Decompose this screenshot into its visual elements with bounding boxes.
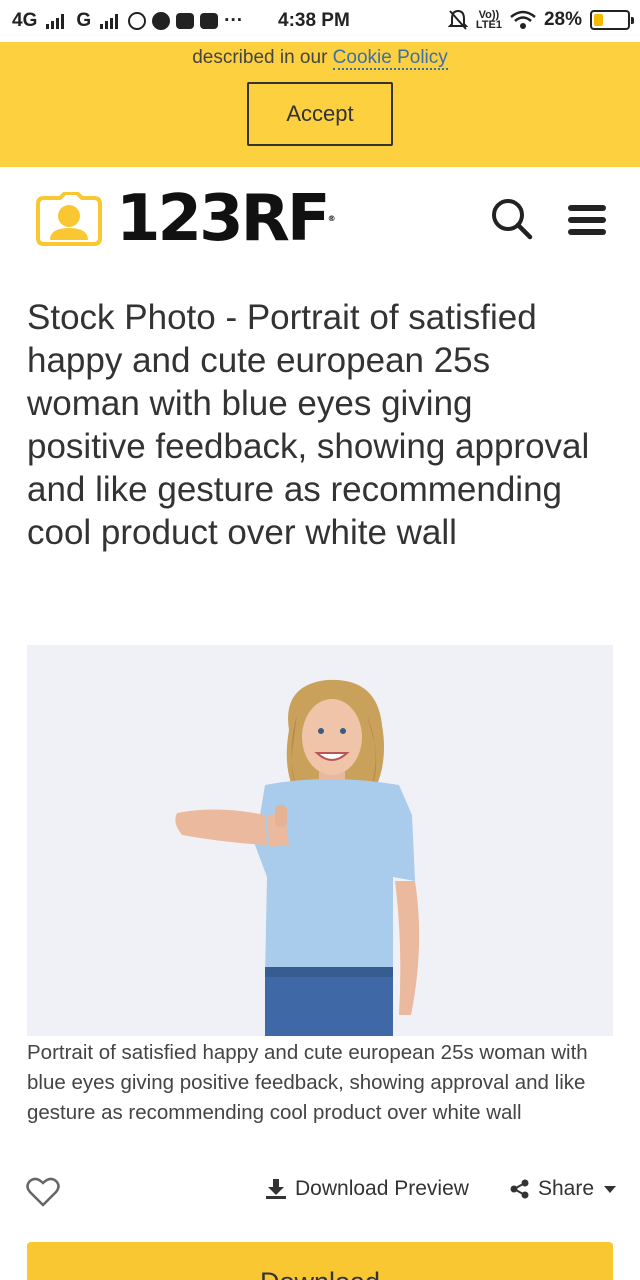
network-g-label: G <box>76 10 92 31</box>
camera-logo-icon <box>36 192 102 246</box>
mute-bell-icon <box>447 9 468 30</box>
download-button[interactable]: Download <box>27 1242 613 1280</box>
clock: 4:38 PM <box>278 10 350 31</box>
share-label: Share <box>538 1177 595 1200</box>
download-preview-label: Download Preview <box>295 1177 469 1200</box>
signal-icon <box>46 13 65 29</box>
download-preview-link[interactable]: Download Preview <box>265 1177 469 1201</box>
brand-logo[interactable]: 123RF® <box>36 187 336 251</box>
status-left: 4G G ··· <box>12 10 243 32</box>
accept-cookies-button[interactable]: Accept <box>247 82 393 146</box>
cookie-text: described in our Cookie Policy <box>0 47 640 70</box>
battery-level <box>594 14 603 26</box>
status-right: Vo)) LTE1 28% <box>447 9 634 31</box>
status-bar: 4G G ··· 4:38 PM Vo)) LTE1 28% <box>0 0 640 42</box>
photo-illustration <box>27 645 613 1036</box>
cookie-policy-link[interactable]: Cookie Policy <box>332 47 448 70</box>
check-icon <box>152 12 171 30</box>
cookie-banner: described in our Cookie Policy Accept <box>0 42 640 167</box>
whatsapp-icon <box>128 12 147 30</box>
photo-caption: Portrait of satisfied happy and cute eur… <box>27 1041 588 1124</box>
youtube-icon <box>200 13 219 29</box>
hamburger-menu-icon[interactable] <box>568 205 606 235</box>
battery-icon <box>590 10 634 30</box>
page-title: Stock Photo - Portrait of satisfied happ… <box>27 298 590 552</box>
share-dropdown[interactable]: Share <box>510 1177 617 1201</box>
more-notifications-icon: ··· <box>224 10 244 31</box>
download-icon <box>266 1179 286 1199</box>
brand-name: 123RF® <box>116 187 336 251</box>
volte-badge: Vo)) LTE1 <box>475 10 502 31</box>
battery-percent: 28% <box>543 9 582 30</box>
registered-mark: ® <box>327 214 336 223</box>
stock-photo[interactable] <box>27 645 613 1036</box>
brand-text: 123RF <box>116 182 331 256</box>
heart-icon[interactable] <box>26 1176 60 1208</box>
share-icon <box>510 1179 529 1199</box>
volte-bottom-label: LTE1 <box>475 19 502 31</box>
network-4g-label: 4G <box>12 10 38 31</box>
wifi-icon <box>510 10 536 29</box>
cookie-message: described in our <box>192 47 333 68</box>
chevron-down-icon <box>604 1185 617 1193</box>
site-header: 123RF® <box>0 167 640 267</box>
message-icon <box>176 13 195 29</box>
search-icon[interactable] <box>488 195 536 243</box>
signal-icon <box>100 13 119 29</box>
